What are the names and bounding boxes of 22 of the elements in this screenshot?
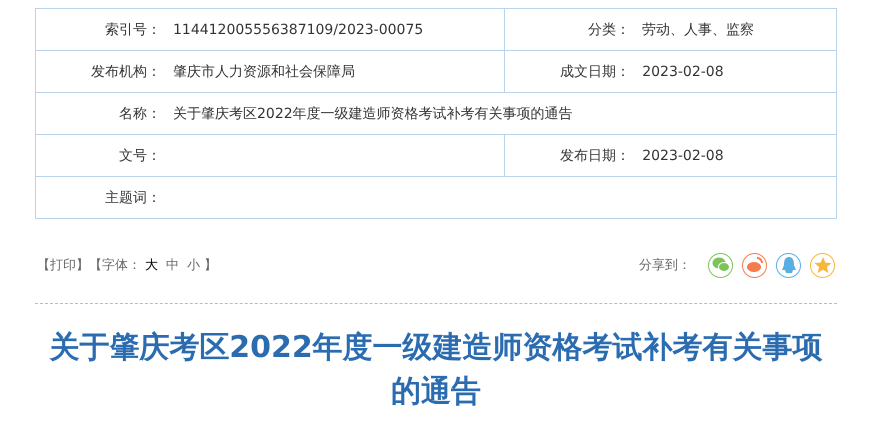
bracket: 】 [204,257,217,274]
font-size-link[interactable]: 中 [166,256,179,274]
field-label: 文号： [118,146,161,164]
print-link[interactable]: 【打印】 [37,256,89,274]
font-size-link[interactable]: 小 [187,256,200,274]
field-value: 劳动、人事、监察 [642,20,754,38]
field-label: 名称： [118,104,161,122]
field-value: 肇庆市人力资源和社会保障局 [173,62,355,80]
font-size-link[interactable]: 大 [145,256,158,274]
field-value: 2023-02-08 [642,148,724,164]
field-label: 发布机构： [90,62,161,80]
font-size-label: 【字体： [89,257,141,274]
field-value: 114412005556387109/2023-00075 [173,22,424,38]
field-value: 关于肇庆考区2022年度一级建造师资格考试补考有关事项的通告 [173,104,573,122]
article-title: 关于肇庆考区2022年度一级建造师资格考试补考有关事项的通告 [48,329,824,411]
field-value: 2023-02-08 [642,64,724,80]
field-label: 成文日期： [559,62,630,80]
field-label: 主题词： [104,188,161,206]
field-label: 索引号： [104,20,161,38]
field-label: 发布日期： [559,146,630,164]
share-label: 分享到： [639,257,691,274]
field-label: 分类： [587,20,630,38]
